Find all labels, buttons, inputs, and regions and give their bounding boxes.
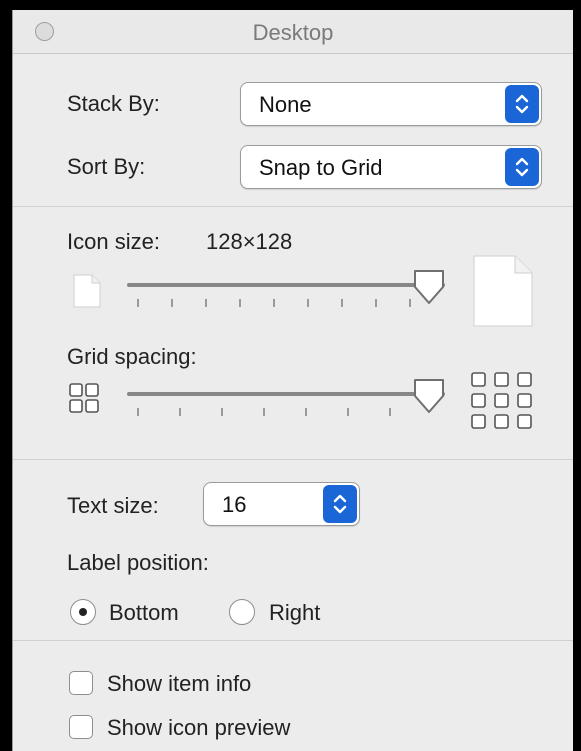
slider-tick — [273, 299, 275, 307]
stack-by-popup[interactable]: None — [240, 82, 542, 126]
slider-tick — [389, 408, 391, 416]
grid-spacing-slider[interactable] — [127, 378, 445, 428]
label-position-label: Label position: — [67, 550, 209, 575]
radio-bottom[interactable] — [70, 599, 96, 625]
icon-size-slider-thumb[interactable] — [413, 269, 445, 305]
slider-tick — [205, 299, 207, 307]
stack-by-label: Stack By: — [67, 91, 160, 116]
icon-size-label: Icon size: — [67, 229, 160, 254]
sort-by-value: Snap to Grid — [259, 155, 383, 180]
slider-tick — [347, 408, 349, 416]
sort-by-label: Sort By: — [67, 154, 146, 179]
radio-bottom-label: Bottom — [109, 600, 179, 625]
title-bar: Desktop — [13, 10, 573, 54]
wide-grid-icon — [470, 371, 536, 436]
slider-tick — [137, 408, 139, 416]
text-size-stepper-icon — [323, 485, 357, 523]
info-section: Show item info Show icon preview — [13, 641, 573, 751]
stack-by-stepper-icon — [505, 85, 539, 123]
slider-tick — [409, 299, 411, 307]
icon-size-slider-track — [127, 283, 445, 287]
radio-right-label: Right — [269, 600, 321, 625]
tight-grid-icon — [69, 383, 101, 420]
small-document-icon — [73, 274, 101, 313]
slider-tick — [307, 299, 309, 307]
grid-spacing-label: Grid spacing: — [67, 344, 197, 369]
sort-by-popup[interactable]: Snap to Grid — [240, 145, 542, 189]
text-size-popup[interactable]: 16 — [203, 482, 360, 526]
text-section: Text size: 16 Label position: Bottom Rig… — [13, 460, 573, 641]
slider-tick — [179, 408, 181, 416]
stack-by-value: None — [259, 92, 312, 117]
show-icon-preview-label: Show icon preview — [107, 715, 291, 740]
slider-tick — [375, 299, 377, 307]
large-document-icon — [473, 255, 533, 332]
show-item-info-checkbox[interactable] — [69, 671, 93, 695]
slider-tick — [239, 299, 241, 307]
slider-tick — [341, 299, 343, 307]
slider-tick — [221, 408, 223, 416]
window-title: Desktop — [252, 20, 334, 45]
size-spacing-section: Icon size: 128×128 Grid spacing: — [13, 207, 573, 460]
slider-tick — [263, 408, 265, 416]
slider-tick — [171, 299, 173, 307]
show-item-info-label: Show item info — [107, 671, 252, 696]
desktop-view-options-panel: Desktop Stack By: None Sort By: Snap to … — [12, 10, 573, 751]
icon-size-slider[interactable] — [127, 269, 445, 319]
radio-right[interactable] — [229, 599, 255, 625]
text-size-label: Text size: — [67, 493, 159, 518]
grid-spacing-slider-thumb[interactable] — [413, 378, 445, 414]
show-icon-preview-checkbox[interactable] — [69, 715, 93, 739]
text-size-value: 16 — [222, 492, 247, 517]
slider-tick — [305, 408, 307, 416]
icon-size-value: 128×128 — [206, 229, 293, 254]
radio-selected-dot — [79, 608, 87, 616]
arrangement-section: Stack By: None Sort By: Snap to Grid — [13, 54, 573, 207]
slider-tick — [137, 299, 139, 307]
grid-spacing-slider-track — [127, 392, 445, 396]
sort-by-stepper-icon — [505, 148, 539, 186]
